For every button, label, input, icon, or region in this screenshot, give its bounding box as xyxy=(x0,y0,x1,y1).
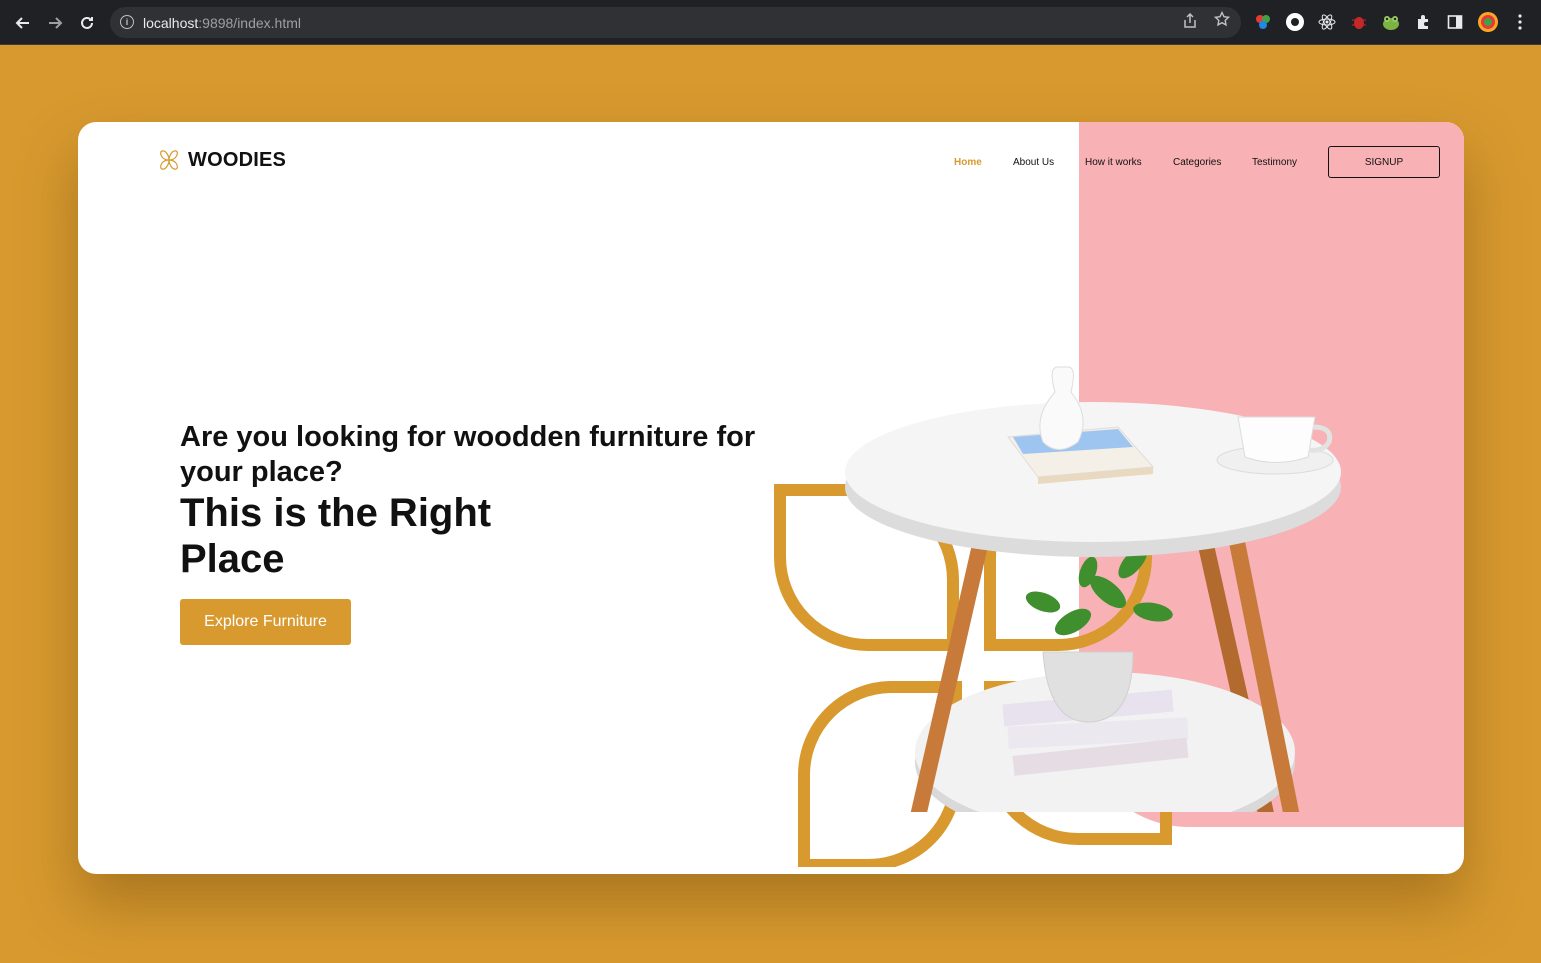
flower-logo-icon xyxy=(160,150,178,170)
url-text[interactable]: localhost:9898/index.html xyxy=(143,15,301,31)
nav-how-it-works[interactable]: How it works xyxy=(1085,157,1142,168)
frog-extension-icon[interactable] xyxy=(1382,13,1400,31)
nav-testimony[interactable]: Testimony xyxy=(1252,157,1297,168)
nav-home[interactable]: Home xyxy=(954,157,982,168)
browser-toolbar: i localhost:9898/index.html xyxy=(0,0,1541,45)
sidepanel-icon[interactable] xyxy=(1446,13,1464,31)
hero-question: Are you looking for woodden furniture fo… xyxy=(180,421,756,488)
kebab-menu-icon[interactable] xyxy=(1511,13,1529,31)
hero-headline: This is the Right Place xyxy=(180,491,492,581)
back-arrow-icon[interactable] xyxy=(11,11,35,35)
site-logo[interactable]: WOODIES xyxy=(157,148,286,172)
profile-avatar-icon[interactable] xyxy=(1477,11,1499,33)
explore-furniture-button[interactable]: Explore Furniture xyxy=(180,599,351,645)
color-picker-extension-icon[interactable] xyxy=(1254,13,1272,31)
forward-arrow-icon[interactable] xyxy=(43,11,67,35)
info-icon[interactable]: i xyxy=(120,15,134,29)
privacy-extension-icon[interactable] xyxy=(1286,13,1304,31)
nav-about-us[interactable]: About Us xyxy=(1013,157,1054,168)
bug-extension-icon[interactable] xyxy=(1350,13,1368,31)
extensions-icon[interactable] xyxy=(1414,13,1432,31)
share-icon[interactable] xyxy=(1183,12,1197,32)
url-path: :9898/index.html xyxy=(198,15,301,31)
star-icon[interactable] xyxy=(1213,10,1231,32)
landing-card: WOODIES Home About Us How it works Categ… xyxy=(78,122,1464,874)
url-host: localhost xyxy=(143,15,199,31)
side-table-image xyxy=(845,366,1341,812)
reload-icon[interactable] xyxy=(75,11,99,35)
nav-categories[interactable]: Categories xyxy=(1173,157,1221,168)
logo-text: WOODIES xyxy=(188,148,287,171)
address-bar[interactable]: i localhost:9898/index.html xyxy=(110,7,1241,38)
react-devtools-icon[interactable] xyxy=(1318,13,1336,31)
signup-button[interactable]: SIGNUP xyxy=(1328,146,1440,178)
